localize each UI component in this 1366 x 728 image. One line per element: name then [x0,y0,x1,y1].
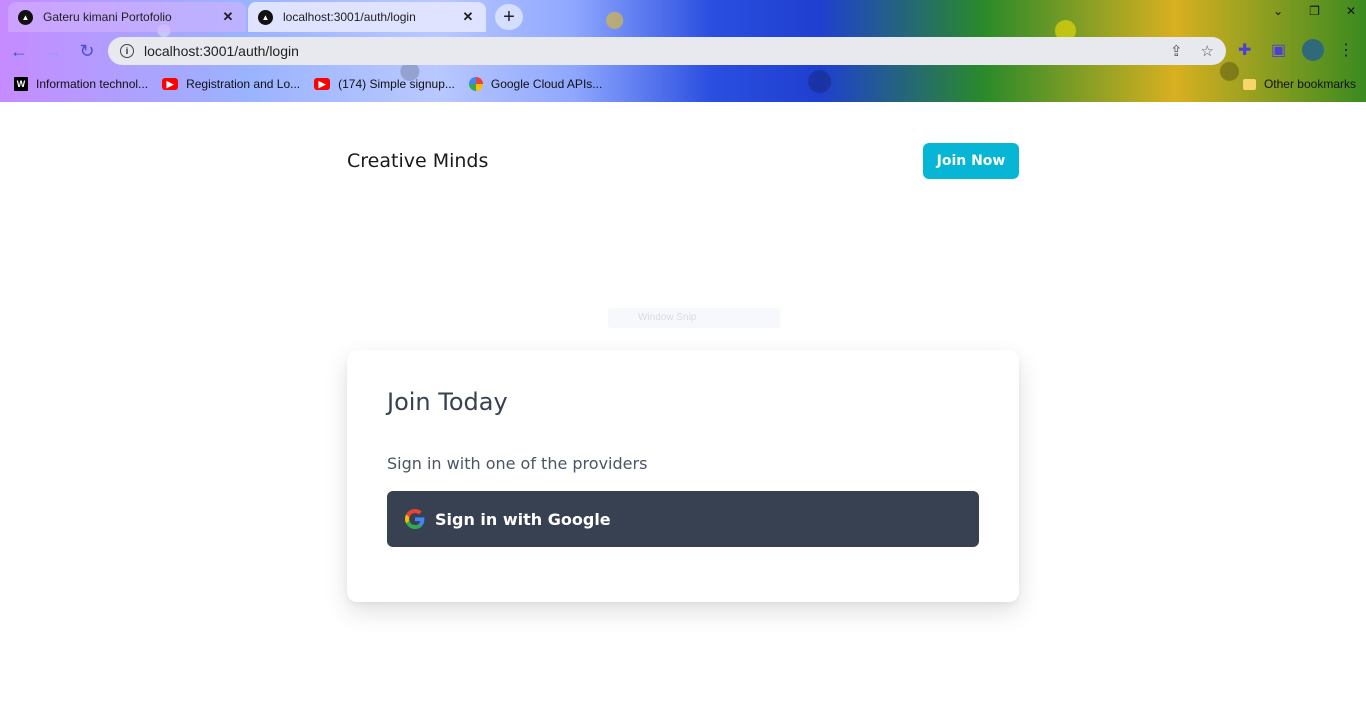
window-controls: ⌄ ❐ ✕ [1273,4,1356,18]
tab-login[interactable]: ▲ localhost:3001/auth/login ✕ [248,2,486,32]
avatar[interactable] [1302,39,1324,61]
brand-logo[interactable]: Creative Minds [347,150,488,172]
close-icon[interactable]: ✕ [460,9,476,25]
address-text[interactable]: localhost:3001/auth/login [144,43,299,59]
google-signin-button[interactable]: Sign in with Google [387,491,979,547]
browser-chrome: ▲ Gateru kimani Portofolio ✕ ▲ localhost… [0,0,1366,102]
google-cloud-icon [468,77,483,91]
vercel-icon: ▲ [258,9,273,25]
tab-title: Gateru kimani Portofolio [43,10,172,24]
bookmark-label: Registration and Lo... [186,77,301,91]
browser-toolbar: ← → ↻ i localhost:3001/auth/login ⇪ ☆ ✚ … [0,34,1366,68]
side-panel-icon[interactable]: ▣ [1271,40,1286,60]
google-button-label: Sign in with Google [435,509,611,529]
bookmark-item[interactable]: ▶ (174) Simple signup... [314,77,455,91]
other-bookmarks-label: Other bookmarks [1263,77,1356,91]
youtube-icon: ▶ [314,78,331,90]
tab-title: localhost:3001/auth/login [283,10,416,24]
restore-icon[interactable]: ❐ [1309,4,1320,18]
bookmark-label: Google Cloud APIs... [490,77,603,91]
card-subtitle: Sign in with one of the providers [387,454,648,473]
login-card: Join Today Sign in with one of the provi… [347,350,1019,602]
tab-portfolio[interactable]: ▲ Gateru kimani Portofolio ✕ [8,2,246,32]
forward-icon[interactable]: → [38,36,68,66]
card-title: Join Today [387,388,508,416]
page: Creative Minds Join Now Window Snip Join… [0,102,1366,728]
other-bookmarks[interactable]: Other bookmarks [1242,77,1356,91]
puzzle-icon[interactable]: ✚ [1238,40,1251,60]
bookmark-item[interactable]: ▶ Registration and Lo... [162,77,300,91]
chevron-down-icon[interactable]: ⌄ [1273,4,1283,18]
menu-icon[interactable]: ⋮ [1338,40,1354,60]
google-icon [405,509,425,529]
new-tab-button[interactable]: + [495,4,523,30]
vercel-icon: ▲ [18,9,33,25]
bookmark-item[interactable]: Google Cloud APIs... [468,77,603,91]
youtube-icon: ▶ [162,78,179,90]
wikipedia-icon: W [14,77,28,91]
bookmark-item[interactable]: W Information technol... [14,77,148,91]
back-icon[interactable]: ← [4,36,34,66]
address-bar[interactable]: i localhost:3001/auth/login ⇪ ☆ [108,37,1226,65]
close-window-icon[interactable]: ✕ [1346,4,1356,18]
reload-icon[interactable]: ↻ [72,36,102,66]
close-icon[interactable]: ✕ [220,9,236,25]
share-icon[interactable]: ⇪ [1170,42,1183,60]
star-icon[interactable]: ☆ [1201,42,1214,60]
ghost-overlay: Window Snip [608,308,780,328]
bookmark-label: (174) Simple signup... [338,77,455,91]
info-icon[interactable]: i [120,44,134,58]
folder-icon [1242,78,1256,90]
bookmark-label: Information technol... [36,77,149,91]
join-now-button[interactable]: Join Now [923,143,1019,179]
bookmarks-bar: W Information technol... ▶ Registration … [0,70,1366,98]
